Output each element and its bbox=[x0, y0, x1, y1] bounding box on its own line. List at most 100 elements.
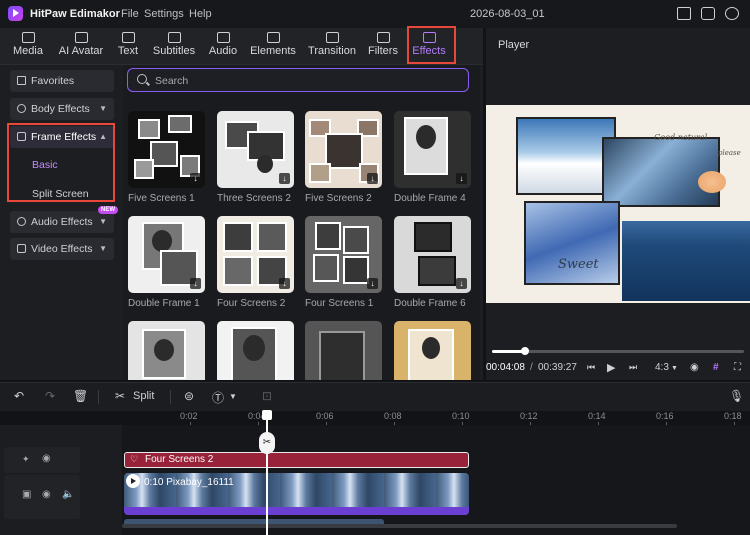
account-icon[interactable] bbox=[725, 7, 739, 20]
transition-icon bbox=[325, 32, 339, 43]
chevron-down-icon: ▼ bbox=[99, 104, 107, 113]
timeline-ruler: 0:02 0:04 0:06 0:08 0:10 0:12 0:14 0:16 0:18 bbox=[124, 408, 750, 427]
frame-effects-highlight bbox=[7, 123, 115, 202]
media-icon bbox=[21, 32, 35, 43]
tab-subtitles[interactable]: Subtitles bbox=[147, 28, 201, 64]
next-frame-icon[interactable]: ⏭ bbox=[629, 362, 637, 373]
video-clip-label: 0:10 Pixabay_16111 bbox=[144, 477, 234, 488]
effect-label: Double Frame 6 bbox=[394, 298, 466, 309]
effect-thumb[interactable] bbox=[305, 321, 382, 380]
effect-label: Five Screens 2 bbox=[305, 193, 372, 204]
playback-progress[interactable] bbox=[492, 347, 744, 355]
effect-clip[interactable]: ♡ Four Screens 2 bbox=[124, 452, 469, 468]
chevron-down-icon[interactable]: ▼ bbox=[671, 365, 678, 372]
subtitle-icon[interactable]: ⊜ bbox=[184, 389, 194, 403]
body-icon bbox=[17, 104, 26, 113]
crop-icon[interactable]: ⊡ bbox=[262, 389, 272, 403]
effect-clip-label: Four Screens 2 bbox=[145, 454, 214, 465]
ruler-tick-label: 0:16 bbox=[656, 411, 674, 421]
eye-icon[interactable]: ◉ bbox=[42, 453, 51, 464]
tab-audio[interactable]: Audio bbox=[203, 28, 243, 64]
tab-text[interactable]: Text bbox=[112, 28, 144, 64]
chevron-down-icon[interactable]: ▼ bbox=[229, 392, 237, 401]
effect-thumb[interactable] bbox=[128, 321, 205, 380]
download-icon: ↓ bbox=[279, 278, 290, 289]
video-preview[interactable]: Sweet Good natural please bbox=[486, 105, 750, 303]
search-input[interactable] bbox=[153, 72, 457, 90]
play-icon[interactable]: ▶ bbox=[607, 361, 615, 374]
star-icon bbox=[17, 76, 26, 85]
menu-settings[interactable]: Settings bbox=[144, 8, 184, 20]
tab-media[interactable]: Media bbox=[6, 28, 50, 64]
microphone-icon[interactable]: 🎙 bbox=[729, 389, 744, 403]
video-track-icon: ▣ bbox=[22, 489, 32, 500]
grid-icon[interactable]: # bbox=[713, 362, 719, 373]
menu-help[interactable]: Help bbox=[189, 8, 212, 20]
effect-thumb-four-screens-2[interactable]: ↓ bbox=[217, 216, 294, 293]
effect-label: Double Frame 1 bbox=[128, 298, 200, 309]
undo-icon[interactable]: ↶ bbox=[14, 389, 24, 403]
layout-icon[interactable] bbox=[677, 7, 691, 20]
tab-ai-avatar[interactable]: AI Avatar bbox=[53, 28, 109, 64]
scissors-icon[interactable]: ✂ bbox=[259, 432, 275, 454]
effect-thumb-double-frame-4[interactable]: ↓ bbox=[394, 111, 471, 188]
tab-filters[interactable]: Filters bbox=[364, 28, 402, 64]
eye-icon[interactable]: ◉ bbox=[42, 489, 51, 500]
preview-text-script: please bbox=[718, 149, 741, 157]
effect-clip-icon: ♡ bbox=[130, 454, 139, 464]
effect-thumb-three-screens-2[interactable]: ↓ bbox=[217, 111, 294, 188]
video-track-header: ▣ ◉ 🔈 bbox=[4, 475, 80, 519]
text-tool-icon[interactable]: Ⓣ bbox=[212, 389, 224, 406]
ruler-tick-label: 0:14 bbox=[588, 411, 606, 421]
effect-thumb-five-screens-1[interactable]: ↓ bbox=[128, 111, 205, 188]
effect-thumb-four-screens-1[interactable]: ↓ bbox=[305, 216, 382, 293]
volume-icon[interactable]: 🔈 bbox=[62, 489, 74, 500]
preview-photo bbox=[524, 201, 620, 285]
aspect-ratio-select[interactable]: 4:3 bbox=[655, 362, 669, 373]
ruler-tick-label: 0:10 bbox=[452, 411, 470, 421]
redo-icon[interactable]: ↷ bbox=[45, 389, 55, 403]
video-clip[interactable]: 0:10 Pixabay_16111 bbox=[124, 473, 469, 515]
timeline-scrollbar[interactable] bbox=[122, 524, 677, 528]
current-time: 00:04:08 bbox=[486, 362, 525, 373]
effect-label: Double Frame 4 bbox=[394, 193, 466, 204]
sidebar-item-audio-effects[interactable]: Audio Effects ▼ bbox=[10, 211, 114, 233]
tab-elements[interactable]: Elements bbox=[247, 28, 299, 64]
search-box[interactable] bbox=[127, 68, 469, 92]
effect-thumb-double-frame-1[interactable]: ↓ bbox=[128, 216, 205, 293]
split-button[interactable]: Split bbox=[133, 390, 154, 402]
snapshot-icon[interactable]: ◉ bbox=[690, 362, 699, 373]
effect-thumb[interactable] bbox=[394, 321, 471, 380]
sidebar-item-favorites[interactable]: Favorites bbox=[10, 70, 114, 92]
tab-transition[interactable]: Transition bbox=[305, 28, 359, 64]
previous-frame-icon[interactable]: ⏮ bbox=[587, 362, 595, 373]
effect-thumb-five-screens-2[interactable]: ↓ bbox=[305, 111, 382, 188]
delete-icon[interactable]: 🗑 bbox=[73, 389, 88, 403]
play-icon bbox=[126, 474, 140, 488]
menu-file[interactable]: File bbox=[121, 8, 139, 20]
effect-label: Five Screens 1 bbox=[128, 193, 195, 204]
preview-photo bbox=[516, 117, 616, 195]
track-headers: ✦ ◉ ▣ ◉ 🔈 bbox=[0, 425, 122, 535]
playhead-handle[interactable] bbox=[262, 410, 272, 420]
sidebar-item-video-effects[interactable]: Video Effects ▼ bbox=[10, 238, 114, 260]
ai-avatar-icon bbox=[74, 32, 88, 43]
feedback-icon[interactable] bbox=[701, 7, 715, 20]
download-icon: ↓ bbox=[456, 173, 467, 184]
ruler-tick-label: 0:12 bbox=[520, 411, 538, 421]
fullscreen-icon[interactable]: ⛶ bbox=[734, 362, 741, 373]
ruler-tick-label: 0:02 bbox=[180, 411, 198, 421]
project-title: 2026-08-03_01 bbox=[470, 8, 545, 20]
effect-track-icon: ✦ bbox=[22, 454, 30, 464]
split-icon[interactable]: ✂ bbox=[115, 389, 125, 403]
effect-thumb[interactable] bbox=[217, 321, 294, 380]
sidebar-item-body-effects[interactable]: Body Effects ▼ bbox=[10, 98, 114, 120]
effect-thumb-double-frame-6[interactable]: ↓ bbox=[394, 216, 471, 293]
app-name: HitPaw Edimakor bbox=[30, 8, 120, 20]
audio-icon bbox=[216, 32, 230, 43]
playhead[interactable]: ✂ bbox=[259, 410, 275, 535]
timeline-tracks: ♡ Four Screens 2 0:10 Pixabay_16111 bbox=[122, 425, 750, 535]
progress-handle[interactable] bbox=[520, 347, 529, 355]
effects-tab-highlight bbox=[407, 26, 456, 64]
ruler-tick-label: 0:08 bbox=[384, 411, 402, 421]
